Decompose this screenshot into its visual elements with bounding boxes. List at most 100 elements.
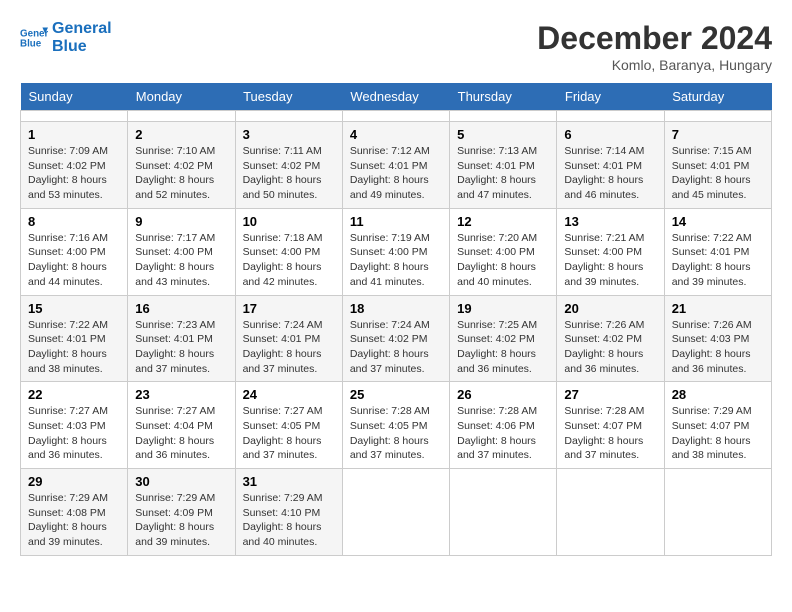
day-number: 16 bbox=[135, 301, 227, 316]
day-info: Sunrise: 7:13 AMSunset: 4:01 PMDaylight:… bbox=[457, 144, 549, 203]
day-cell bbox=[450, 111, 557, 122]
day-cell: 18 Sunrise: 7:24 AMSunset: 4:02 PMDayligh… bbox=[342, 295, 449, 382]
day-info: Sunrise: 7:29 AMSunset: 4:09 PMDaylight:… bbox=[135, 491, 227, 550]
day-number: 18 bbox=[350, 301, 442, 316]
day-cell: 28 Sunrise: 7:29 AMSunset: 4:07 PMDayligh… bbox=[664, 382, 771, 469]
day-number: 14 bbox=[672, 214, 764, 229]
day-number: 30 bbox=[135, 474, 227, 489]
day-cell: 19Sunrise: 7:25 AMSunset: 4:02 PMDayligh… bbox=[450, 295, 557, 382]
calendar-table: SundayMondayTuesdayWednesdayThursdayFrid… bbox=[20, 83, 772, 556]
logo-general: General bbox=[52, 20, 112, 37]
week-row-5: 29 Sunrise: 7:29 AMSunset: 4:08 PMDayligh… bbox=[21, 469, 772, 556]
day-cell bbox=[664, 111, 771, 122]
month-year-title: December 2024 bbox=[537, 20, 772, 57]
day-info: Sunrise: 7:28 AMSunset: 4:05 PMDaylight:… bbox=[350, 404, 442, 463]
day-info: Sunrise: 7:09 AMSunset: 4:02 PMDaylight:… bbox=[28, 144, 120, 203]
day-info: Sunrise: 7:27 AMSunset: 4:03 PMDaylight:… bbox=[28, 404, 120, 463]
header-tuesday: Tuesday bbox=[235, 83, 342, 111]
day-info: Sunrise: 7:27 AMSunset: 4:04 PMDaylight:… bbox=[135, 404, 227, 463]
day-number: 8 bbox=[28, 214, 120, 229]
day-number: 29 bbox=[28, 474, 120, 489]
day-cell: 5Sunrise: 7:13 AMSunset: 4:01 PMDaylight… bbox=[450, 122, 557, 209]
day-number: 1 bbox=[28, 127, 120, 142]
day-cell bbox=[664, 469, 771, 556]
day-info: Sunrise: 7:20 AMSunset: 4:00 PMDaylight:… bbox=[457, 231, 549, 290]
day-number: 4 bbox=[350, 127, 442, 142]
day-info: Sunrise: 7:26 AMSunset: 4:02 PMDaylight:… bbox=[564, 318, 656, 377]
day-info: Sunrise: 7:14 AMSunset: 4:01 PMDaylight:… bbox=[564, 144, 656, 203]
day-info: Sunrise: 7:24 AMSunset: 4:01 PMDaylight:… bbox=[243, 318, 335, 377]
day-cell: 2Sunrise: 7:10 AMSunset: 4:02 PMDaylight… bbox=[128, 122, 235, 209]
day-number: 17 bbox=[243, 301, 335, 316]
day-number: 10 bbox=[243, 214, 335, 229]
day-cell: 9 Sunrise: 7:17 AMSunset: 4:00 PMDaylight… bbox=[128, 208, 235, 295]
day-number: 23 bbox=[135, 387, 227, 402]
svg-text:Blue: Blue bbox=[20, 38, 42, 49]
logo: General Blue General Blue bbox=[20, 20, 112, 56]
day-cell bbox=[21, 111, 128, 122]
day-cell: 22 Sunrise: 7:27 AMSunset: 4:03 PMDayligh… bbox=[21, 382, 128, 469]
day-number: 22 bbox=[28, 387, 120, 402]
day-cell: 17 Sunrise: 7:24 AMSunset: 4:01 PMDayligh… bbox=[235, 295, 342, 382]
day-number: 28 bbox=[672, 387, 764, 402]
logo-blue: Blue bbox=[52, 38, 87, 55]
day-info: Sunrise: 7:19 AMSunset: 4:00 PMDaylight:… bbox=[350, 231, 442, 290]
page-header: General Blue General Blue December 2024 … bbox=[20, 20, 772, 73]
day-info: Sunrise: 7:28 AMSunset: 4:06 PMDaylight:… bbox=[457, 404, 549, 463]
week-row-0 bbox=[21, 111, 772, 122]
day-info: Sunrise: 7:15 AMSunset: 4:01 PMDaylight:… bbox=[672, 144, 764, 203]
week-row-3: 15 Sunrise: 7:22 AMSunset: 4:01 PMDayligh… bbox=[21, 295, 772, 382]
day-cell: 27Sunrise: 7:28 AMSunset: 4:07 PMDayligh… bbox=[557, 382, 664, 469]
day-info: Sunrise: 7:12 AMSunset: 4:01 PMDaylight:… bbox=[350, 144, 442, 203]
day-number: 6 bbox=[564, 127, 656, 142]
day-cell: 21Sunrise: 7:26 AMSunset: 4:03 PMDayligh… bbox=[664, 295, 771, 382]
day-number: 19 bbox=[457, 301, 549, 316]
day-info: Sunrise: 7:23 AMSunset: 4:01 PMDaylight:… bbox=[135, 318, 227, 377]
day-number: 7 bbox=[672, 127, 764, 142]
header-friday: Friday bbox=[557, 83, 664, 111]
day-info: Sunrise: 7:22 AMSunset: 4:01 PMDaylight:… bbox=[28, 318, 120, 377]
day-cell bbox=[128, 111, 235, 122]
day-cell bbox=[235, 111, 342, 122]
day-cell: 3Sunrise: 7:11 AMSunset: 4:02 PMDaylight… bbox=[235, 122, 342, 209]
day-number: 9 bbox=[135, 214, 227, 229]
day-cell: 7 Sunrise: 7:15 AMSunset: 4:01 PMDaylight… bbox=[664, 122, 771, 209]
day-info: Sunrise: 7:10 AMSunset: 4:02 PMDaylight:… bbox=[135, 144, 227, 203]
day-cell: 4 Sunrise: 7:12 AMSunset: 4:01 PMDaylight… bbox=[342, 122, 449, 209]
day-cell: 31Sunrise: 7:29 AMSunset: 4:10 PMDayligh… bbox=[235, 469, 342, 556]
day-number: 15 bbox=[28, 301, 120, 316]
day-info: Sunrise: 7:29 AMSunset: 4:08 PMDaylight:… bbox=[28, 491, 120, 550]
day-cell: 6 Sunrise: 7:14 AMSunset: 4:01 PMDaylight… bbox=[557, 122, 664, 209]
location-subtitle: Komlo, Baranya, Hungary bbox=[537, 57, 772, 73]
day-cell: 16 Sunrise: 7:23 AMSunset: 4:01 PMDayligh… bbox=[128, 295, 235, 382]
day-number: 26 bbox=[457, 387, 549, 402]
day-number: 24 bbox=[243, 387, 335, 402]
day-cell: 15 Sunrise: 7:22 AMSunset: 4:01 PMDayligh… bbox=[21, 295, 128, 382]
day-number: 25 bbox=[350, 387, 442, 402]
day-cell: 26 Sunrise: 7:28 AMSunset: 4:06 PMDayligh… bbox=[450, 382, 557, 469]
day-cell: 12Sunrise: 7:20 AMSunset: 4:00 PMDayligh… bbox=[450, 208, 557, 295]
day-info: Sunrise: 7:24 AMSunset: 4:02 PMDaylight:… bbox=[350, 318, 442, 377]
day-info: Sunrise: 7:29 AMSunset: 4:10 PMDaylight:… bbox=[243, 491, 335, 550]
week-row-2: 8Sunrise: 7:16 AMSunset: 4:00 PMDaylight… bbox=[21, 208, 772, 295]
day-info: Sunrise: 7:21 AMSunset: 4:00 PMDaylight:… bbox=[564, 231, 656, 290]
day-cell: 23 Sunrise: 7:27 AMSunset: 4:04 PMDayligh… bbox=[128, 382, 235, 469]
day-cell: 24Sunrise: 7:27 AMSunset: 4:05 PMDayligh… bbox=[235, 382, 342, 469]
day-cell: 1 Sunrise: 7:09 AMSunset: 4:02 PMDaylight… bbox=[21, 122, 128, 209]
day-cell bbox=[557, 111, 664, 122]
day-cell bbox=[342, 111, 449, 122]
header-monday: Monday bbox=[128, 83, 235, 111]
day-number: 11 bbox=[350, 214, 442, 229]
day-info: Sunrise: 7:17 AMSunset: 4:00 PMDaylight:… bbox=[135, 231, 227, 290]
day-cell: 8Sunrise: 7:16 AMSunset: 4:00 PMDaylight… bbox=[21, 208, 128, 295]
header-wednesday: Wednesday bbox=[342, 83, 449, 111]
day-number: 27 bbox=[564, 387, 656, 402]
header-sunday: Sunday bbox=[21, 83, 128, 111]
day-info: Sunrise: 7:18 AMSunset: 4:00 PMDaylight:… bbox=[243, 231, 335, 290]
day-info: Sunrise: 7:22 AMSunset: 4:01 PMDaylight:… bbox=[672, 231, 764, 290]
day-cell: 29 Sunrise: 7:29 AMSunset: 4:08 PMDayligh… bbox=[21, 469, 128, 556]
day-info: Sunrise: 7:29 AMSunset: 4:07 PMDaylight:… bbox=[672, 404, 764, 463]
day-number: 21 bbox=[672, 301, 764, 316]
header-row: SundayMondayTuesdayWednesdayThursdayFrid… bbox=[21, 83, 772, 111]
header-saturday: Saturday bbox=[664, 83, 771, 111]
